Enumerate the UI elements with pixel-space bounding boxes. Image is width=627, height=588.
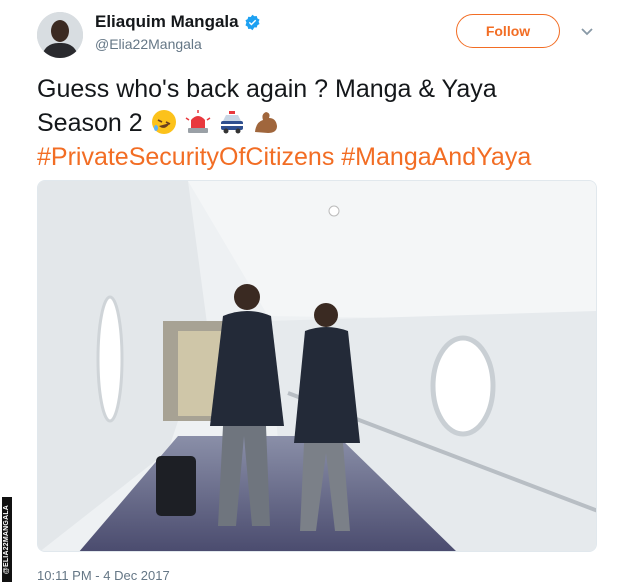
verified-badge-icon [245,14,260,30]
author-handle[interactable]: @Elia22Mangala [95,36,202,52]
photo-credit: @ELIA22MANGALA [2,497,12,582]
display-name[interactable]: Eliaquim Mangala [95,12,239,32]
follow-button[interactable]: Follow [456,14,560,48]
flexed-biceps-icon [254,112,277,133]
tweet-timestamp[interactable]: 10:11 PM - 4 Dec 2017 [37,568,170,583]
avatar[interactable] [37,12,83,58]
photo-credit-text: @ELIA22MANGALA [3,504,11,575]
chevron-down-icon[interactable] [580,24,594,38]
tweet-photo[interactable] [37,180,597,552]
police-car-icon [220,111,243,134]
tweet-text-line1: Guess who's back again ? Manga & Yaya [37,75,497,103]
hashtag-link[interactable]: #PrivateSecurityOfCitizens [37,143,334,171]
tweet-text-line2: Season 2 [37,109,143,137]
jet-bridge-photo [38,181,596,551]
hashtag-link[interactable]: #MangaAndYaya [341,143,531,171]
tweet-text: Guess who's back again ? Manga & Yaya Se… [37,72,607,174]
rolling-on-floor-laughing-icon [151,110,176,134]
police-light-icon [185,110,211,133]
